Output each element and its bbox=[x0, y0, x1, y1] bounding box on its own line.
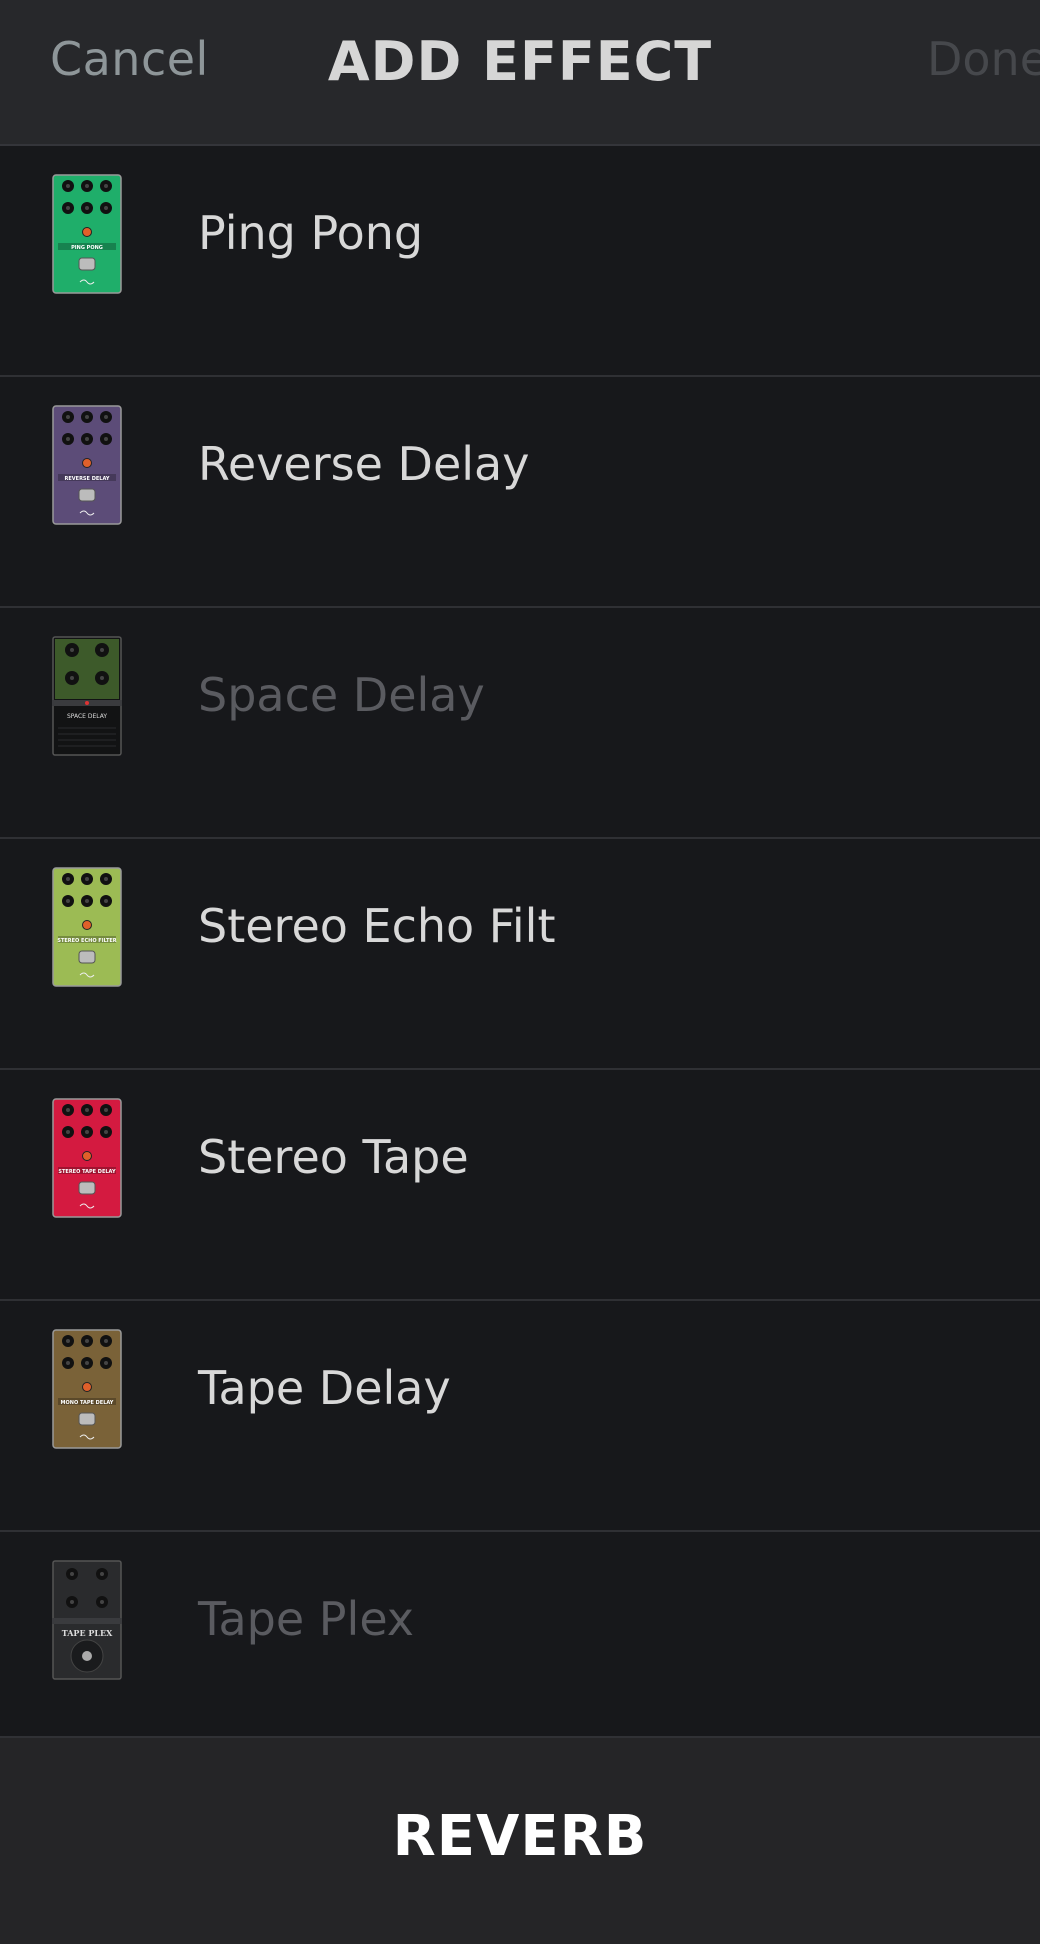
done-button[interactable]: Done bbox=[927, 32, 1040, 86]
effect-name: Stereo Echo Filt bbox=[198, 899, 556, 953]
pedal-icon: MONO TAPE DELAY bbox=[52, 1329, 122, 1449]
page-title: ADD EFFECT bbox=[327, 30, 713, 93]
pedal-thumbnail: PING PONG bbox=[52, 174, 122, 294]
effect-row[interactable]: PING PONG Ping Pong bbox=[0, 146, 1040, 377]
effect-row[interactable]: STEREO ECHO FILTER Stereo Echo Filt bbox=[0, 839, 1040, 1070]
pedal-thumbnail: STEREO TAPE DELAY bbox=[52, 1098, 122, 1218]
svg-text:STEREO ECHO FILTER: STEREO ECHO FILTER bbox=[57, 938, 116, 944]
pedal-icon: STEREO ECHO FILTER bbox=[52, 867, 122, 987]
effect-list: PING PONG Ping Pong REVERSE DELAY Reverse D… bbox=[0, 146, 1040, 1763]
category-footer[interactable]: REVERB bbox=[0, 1736, 1040, 1944]
effect-row[interactable]: SPACE DELAY Space Delay bbox=[0, 608, 1040, 839]
header-bar: Cancel ADD EFFECT Done bbox=[0, 0, 1040, 146]
add-effect-screen: Cancel ADD EFFECT Done PING PONG Ping Pon… bbox=[0, 0, 1040, 1944]
pedal-icon: PING PONG bbox=[52, 174, 122, 294]
pedal-thumbnail: REVERSE DELAY bbox=[52, 405, 122, 525]
effect-name: Tape Delay bbox=[198, 1361, 451, 1415]
effect-name: Tape Plex bbox=[198, 1592, 415, 1646]
effect-row[interactable]: STEREO TAPE DELAY Stereo Tape bbox=[0, 1070, 1040, 1301]
pedal-icon: TAPE PLEX bbox=[52, 1560, 122, 1680]
pedal-thumbnail: SPACE DELAY bbox=[52, 636, 122, 756]
svg-text:STEREO TAPE DELAY: STEREO TAPE DELAY bbox=[58, 1169, 116, 1175]
pedal-thumbnail: MONO TAPE DELAY bbox=[52, 1329, 122, 1449]
pedal-thumbnail: TAPE PLEX bbox=[52, 1560, 122, 1680]
effect-name: Reverse Delay bbox=[198, 437, 530, 491]
category-label[interactable]: REVERB bbox=[0, 1804, 1040, 1869]
svg-text:MONO TAPE DELAY: MONO TAPE DELAY bbox=[61, 1400, 114, 1406]
svg-text:SPACE DELAY: SPACE DELAY bbox=[67, 713, 107, 720]
effect-name: Stereo Tape bbox=[198, 1130, 469, 1184]
svg-text:PING PONG: PING PONG bbox=[71, 245, 103, 251]
pedal-icon: STEREO TAPE DELAY bbox=[52, 1098, 122, 1218]
pedal-icon: SPACE DELAY bbox=[52, 636, 122, 756]
effect-name: Space Delay bbox=[198, 668, 485, 722]
svg-text:REVERSE DELAY: REVERSE DELAY bbox=[65, 476, 110, 482]
effect-row[interactable]: TAPE PLEX Tape Plex bbox=[0, 1532, 1040, 1763]
svg-text:TAPE PLEX: TAPE PLEX bbox=[62, 1628, 113, 1638]
effect-row[interactable]: REVERSE DELAY Reverse Delay bbox=[0, 377, 1040, 608]
effect-name: Ping Pong bbox=[198, 206, 424, 260]
pedal-thumbnail: STEREO ECHO FILTER bbox=[52, 867, 122, 987]
pedal-icon: REVERSE DELAY bbox=[52, 405, 122, 525]
effect-row[interactable]: MONO TAPE DELAY Tape Delay bbox=[0, 1301, 1040, 1532]
